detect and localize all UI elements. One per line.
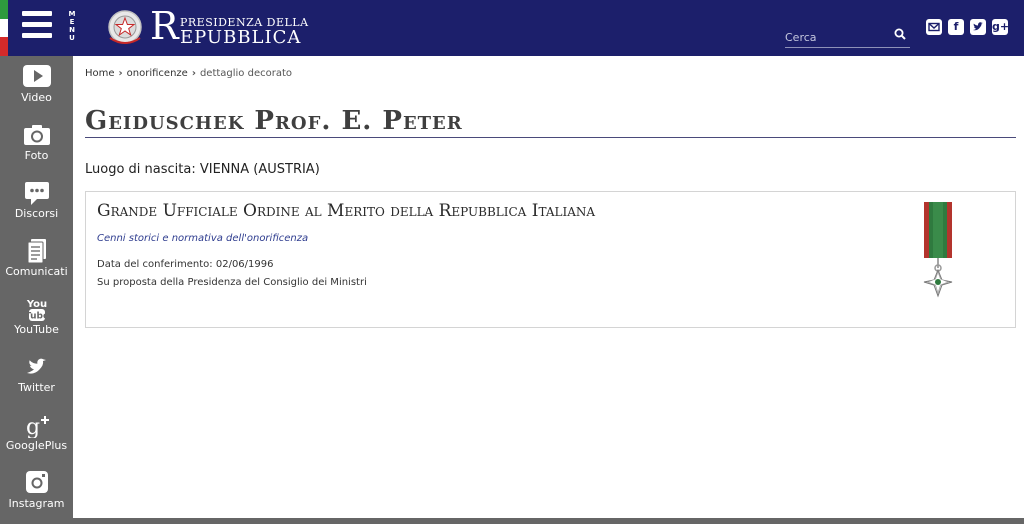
googleplus-icon[interactable]: g+: [992, 19, 1009, 35]
sidebar-item-foto[interactable]: Foto: [0, 114, 73, 172]
chevron-right-icon: ›: [191, 68, 196, 79]
logo-line-2: EPUBBLICA: [180, 27, 302, 48]
sidebar-item-label: YouTube: [14, 323, 59, 336]
breadcrumb-onorificenze[interactable]: onorificenze: [127, 68, 188, 79]
sidebar-item-label: Video: [21, 91, 52, 104]
logo-initial: R: [150, 4, 179, 48]
speech-bubble-icon: [25, 182, 49, 205]
italian-flag-stripe: [0, 0, 8, 56]
twitter-bird-icon: [27, 358, 46, 374]
search-icon[interactable]: [894, 28, 906, 40]
decoration-card: Grande Ufficiale Ordine al Merito della …: [85, 191, 1016, 328]
title-divider: [85, 137, 1016, 138]
camera-icon: [24, 125, 50, 145]
sidebar-item-label: Discorsi: [14, 207, 59, 220]
sidebar-item-comunicati[interactable]: Comunicati: [0, 230, 73, 288]
search-input[interactable]: [785, 28, 885, 47]
breadcrumb-home[interactable]: Home: [85, 68, 115, 79]
svg-text:g: g: [26, 415, 40, 438]
sidebar-item-video[interactable]: Video: [0, 56, 73, 114]
sidebar-item-label: GooglePlus: [5, 439, 68, 452]
top-header: MENU R PRESIDENZA DELLA EPUBBLICA f g+: [0, 0, 1024, 56]
proposal-text: Su proposta della Presidenza del Consigl…: [97, 277, 367, 288]
bottom-bar: [73, 518, 1024, 524]
header-social-links: f g+: [926, 19, 1009, 35]
facebook-icon[interactable]: f: [948, 19, 964, 35]
googleplus-icon: g: [26, 415, 49, 438]
sidebar: Video Foto Discorsi Comunicati You Tube …: [0, 56, 73, 524]
emblem-icon[interactable]: [106, 8, 144, 48]
sidebar-item-googleplus[interactable]: g GooglePlus: [0, 404, 73, 462]
svg-text:Tube: Tube: [25, 312, 49, 322]
document-icon: [27, 239, 46, 264]
play-icon: [23, 65, 51, 87]
youtube-icon: You Tube: [25, 299, 49, 322]
hamburger-menu-button[interactable]: [22, 11, 52, 41]
mail-icon[interactable]: [926, 19, 942, 35]
main-content: Home › onorificenze › dettaglio decorato Gei…: [73, 56, 1024, 518]
sidebar-item-label: Foto: [24, 149, 49, 162]
instagram-icon: [26, 471, 48, 493]
page-title: Geiduschek Prof. E. Peter: [85, 106, 463, 136]
breadcrumb-current: dettaglio decorato: [199, 68, 293, 79]
menu-label[interactable]: MENU: [67, 10, 77, 42]
sidebar-item-label: Comunicati: [5, 265, 68, 278]
chevron-right-icon: ›: [118, 68, 123, 79]
conferment-date: Data del conferimento: 02/06/1996: [97, 259, 274, 270]
decoration-history-link[interactable]: Cenni storici e normativa dell'onorifice…: [97, 233, 308, 244]
medal-icon: [923, 202, 953, 298]
twitter-icon[interactable]: [970, 19, 986, 35]
birthplace-text: Luogo di nascita: VIENNA (AUSTRIA): [85, 162, 320, 177]
sidebar-item-label: Twitter: [18, 381, 55, 394]
sidebar-item-instagram[interactable]: Instagram: [0, 462, 73, 520]
decoration-title: Grande Ufficiale Ordine al Merito della …: [97, 201, 596, 221]
sidebar-item-twitter[interactable]: Twitter: [0, 346, 73, 404]
sidebar-item-label: Instagram: [8, 497, 65, 510]
svg-text:You: You: [26, 299, 47, 310]
search-box: [785, 26, 910, 48]
sidebar-item-discorsi[interactable]: Discorsi: [0, 172, 73, 230]
breadcrumb: Home › onorificenze › dettaglio decorato: [85, 68, 292, 79]
sidebar-item-youtube[interactable]: You Tube YouTube: [0, 288, 73, 346]
